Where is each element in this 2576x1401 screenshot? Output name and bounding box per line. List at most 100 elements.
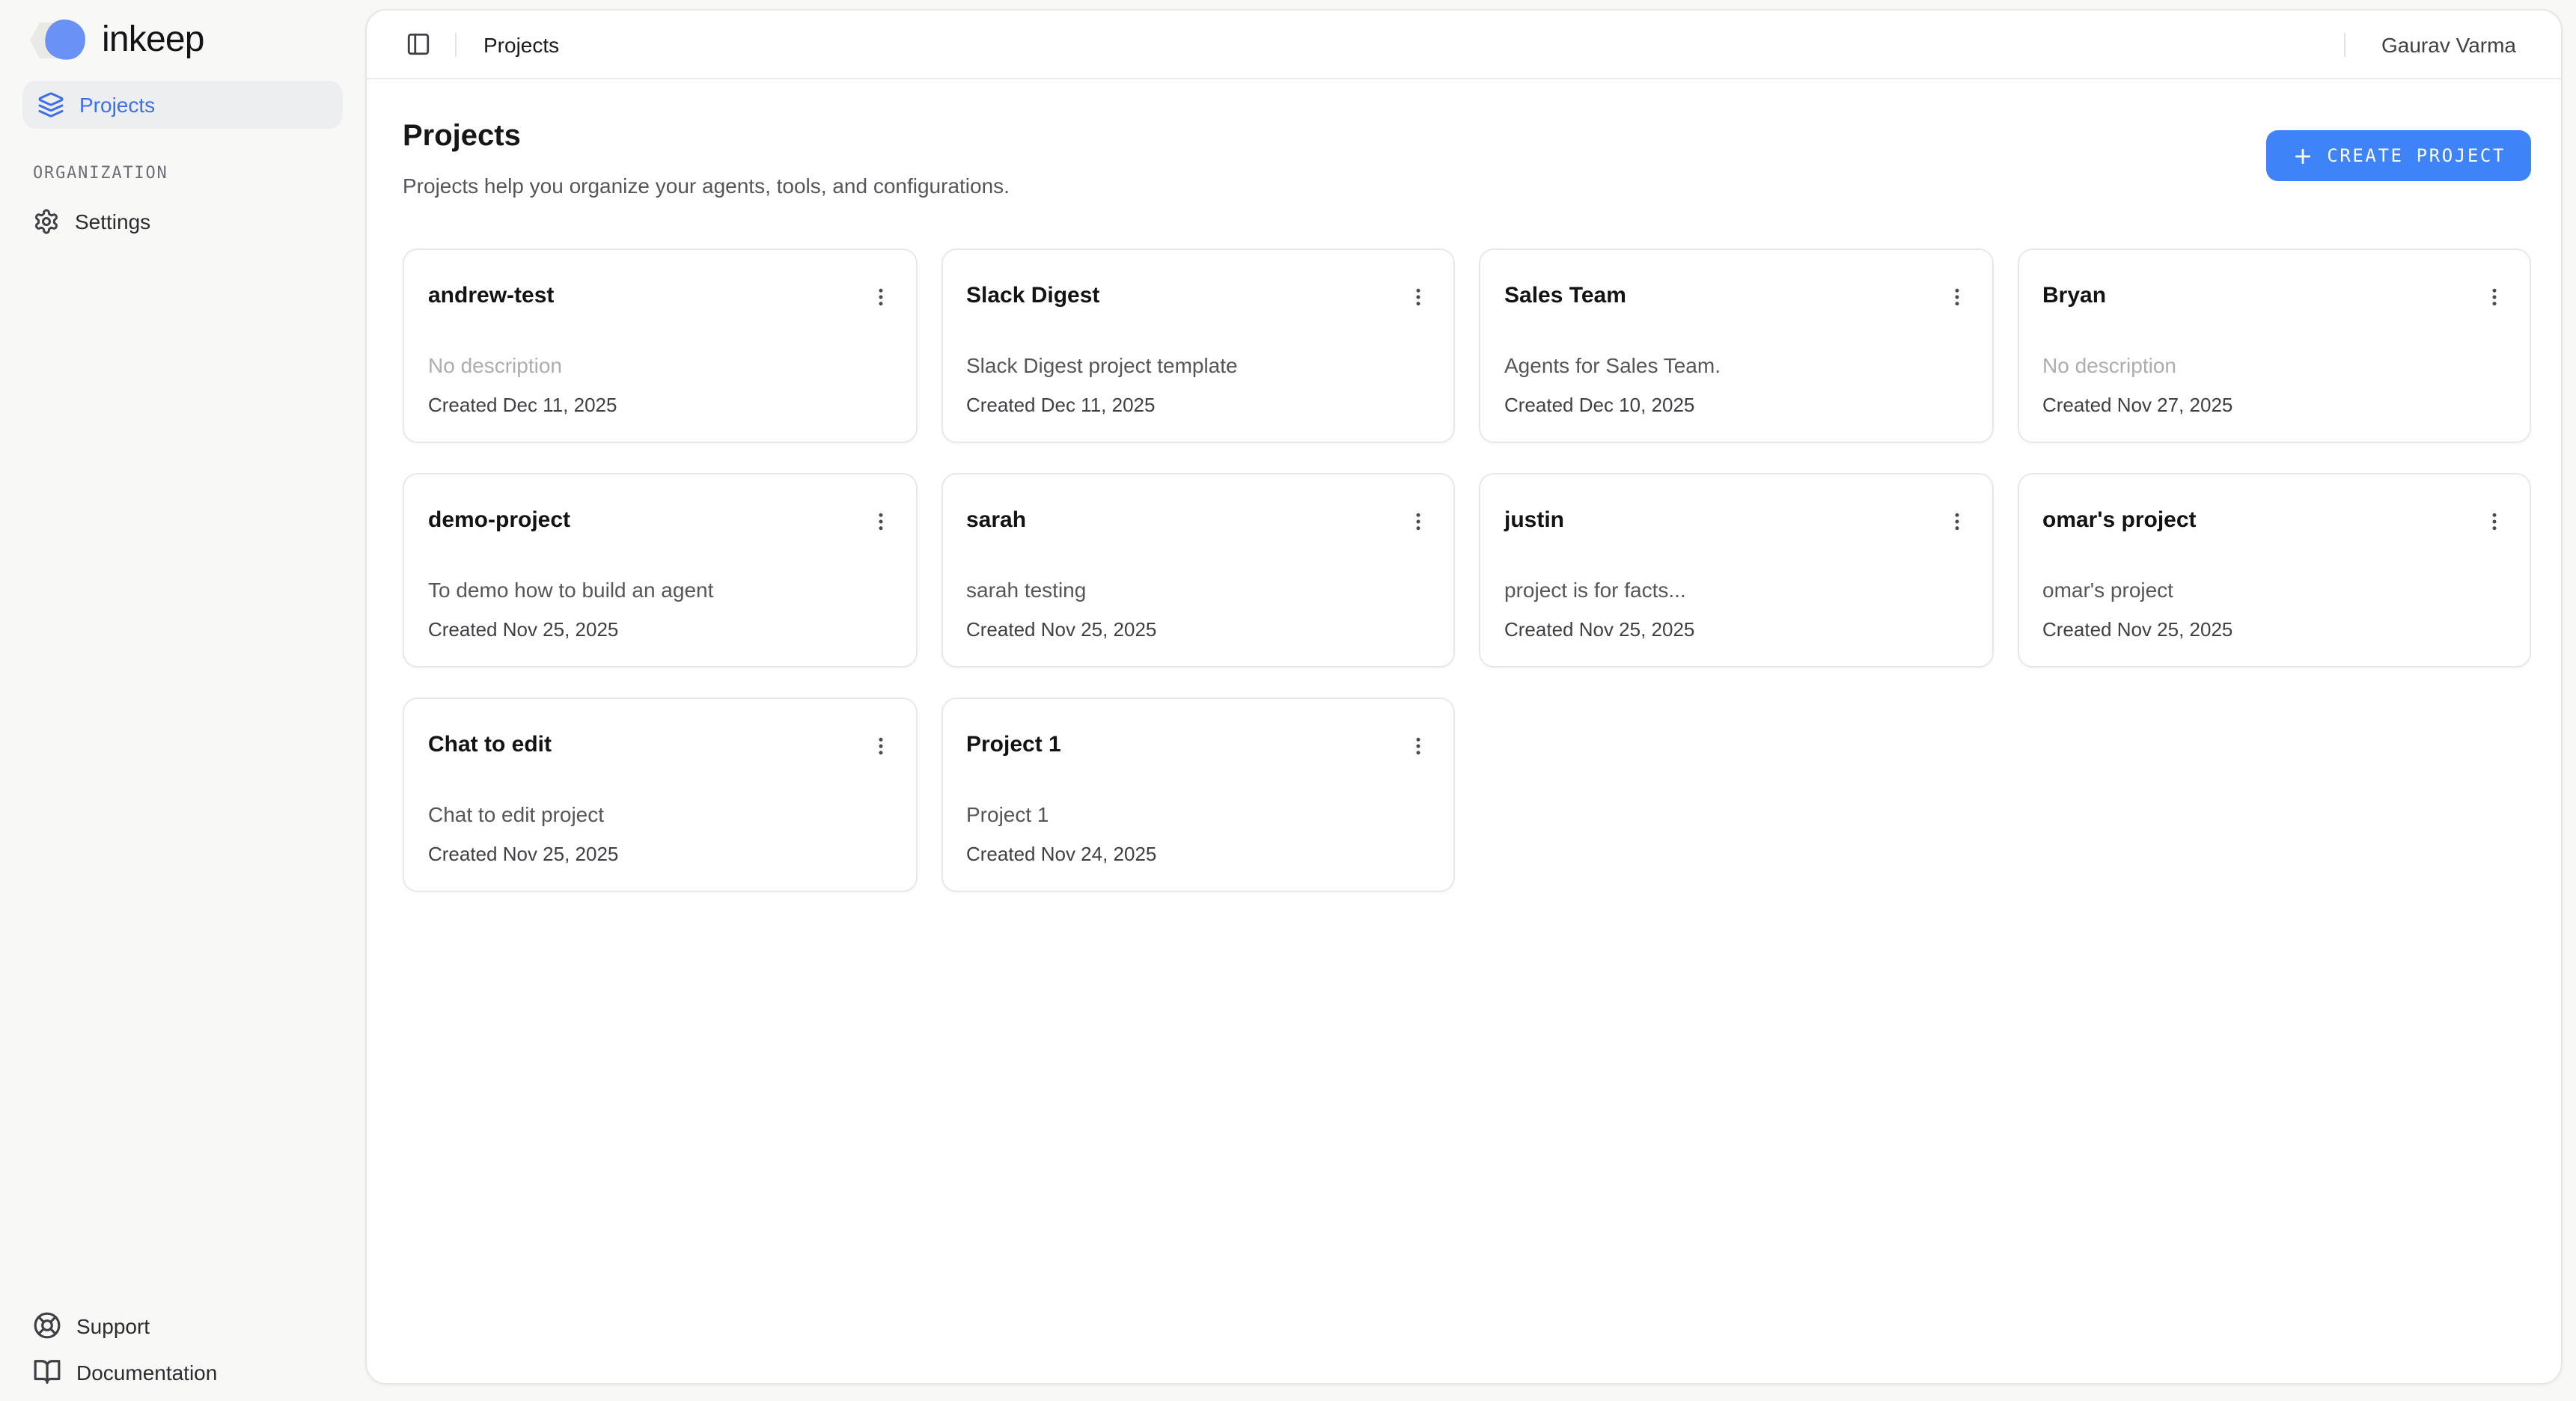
sidebar-section-label: ORGANIZATION [33,163,365,183]
main-panel: Projects Gaurav Varma Projects Projects … [365,9,2563,1385]
sidebar-item-label: Projects [79,93,155,117]
project-created-date: Created Nov 25, 2025 [1504,617,1968,644]
project-menu-button[interactable] [863,507,897,536]
layers-icon [37,91,64,118]
logo[interactable]: inkeep [30,19,365,61]
project-menu-button[interactable] [1401,283,1435,311]
project-created-date: Created Dec 11, 2025 [966,392,1429,419]
sidebar-item-documentation[interactable]: Documentation [33,1358,365,1386]
page-header: Projects Projects help you organize your… [403,115,2531,201]
project-title: Project 1 [966,730,1061,760]
project-title: sarah [966,506,1026,536]
project-card-header: andrew-test [428,281,891,311]
project-title: omar's project [2042,506,2197,536]
project-created-date: Created Nov 25, 2025 [428,841,891,868]
topbar-divider [455,32,457,56]
project-created-date: Created Dec 10, 2025 [1504,392,1968,419]
ellipsis-vertical-icon [1945,510,1968,533]
project-created-date: Created Nov 24, 2025 [966,841,1429,868]
life-buoy-icon [33,1311,61,1340]
sidebar-item-label: Settings [75,210,150,234]
project-menu-button[interactable] [863,732,897,760]
projects-grid: andrew-test No description Created Dec 1… [403,248,2531,892]
project-menu-button[interactable] [1939,283,1974,311]
project-card-header: omar's project [2042,506,2506,536]
project-card[interactable]: andrew-test No description Created Dec 1… [403,248,917,443]
project-menu-button[interactable] [2477,283,2512,311]
panel-left-icon [406,31,431,57]
project-card-header: Slack Digest [966,281,1429,311]
page-header-text: Projects Projects help you organize your… [403,115,1010,201]
sidebar-item-settings[interactable]: Settings [33,208,365,235]
book-open-icon [33,1358,61,1386]
sidebar-item-label: Documentation [76,1360,217,1384]
project-card-header: sarah [966,506,1429,536]
sidebar-item-projects[interactable]: Projects [22,81,343,129]
page-title: Projects [403,115,1010,157]
topbar-user-divider [2344,32,2345,56]
project-created-date: Created Nov 27, 2025 [2042,392,2506,419]
sidebar-item-support[interactable]: Support [33,1311,365,1340]
project-description: Agents for Sales Team. [1504,350,1968,380]
project-menu-button[interactable] [863,283,897,311]
user-menu[interactable]: Gaurav Varma [2381,32,2516,56]
ellipsis-vertical-icon [1945,286,1968,308]
project-description: omar's project [2042,575,2506,605]
sidebar-spacer [0,235,365,1311]
project-card-header: Project 1 [966,730,1429,760]
sidebar-toggle-button[interactable] [406,31,431,57]
sidebar: inkeep Projects ORGANIZATION [0,0,365,1401]
create-project-button-label: CREATE PROJECT [2327,145,2506,166]
topbar: Projects Gaurav Varma [367,10,2561,79]
project-card[interactable]: sarah sarah testing Created Nov 25, 2025 [941,473,1455,668]
gear-icon [33,208,60,235]
ellipsis-vertical-icon [2483,286,2506,308]
ellipsis-vertical-icon [869,735,891,757]
plus-icon [2291,144,2313,167]
project-created-date: Created Nov 25, 2025 [966,617,1429,644]
project-description: To demo how to build an agent [428,575,891,605]
project-card[interactable]: Chat to edit Chat to edit project Create… [403,698,917,892]
logo-wordmark: inkeep [102,19,204,61]
app-root: inkeep Projects ORGANIZATION [0,0,2576,1401]
sidebar-footer: Support Documentation [0,1311,365,1401]
project-card[interactable]: Bryan No description Created Nov 27, 202… [2017,248,2531,443]
project-menu-button[interactable] [2477,507,2512,536]
project-card-header: Sales Team [1504,281,1968,311]
inkeep-logo-icon [30,19,90,61]
project-card[interactable]: omar's project omar's project Created No… [2017,473,2531,668]
ellipsis-vertical-icon [1407,510,1429,533]
project-description: Project 1 [966,799,1429,829]
project-menu-button[interactable] [1939,507,1974,536]
page-subtitle: Projects help you organize your agents, … [403,171,1010,201]
ellipsis-vertical-icon [1407,286,1429,308]
project-title: Bryan [2042,281,2106,311]
project-title: Chat to edit [428,730,552,760]
ellipsis-vertical-icon [2483,510,2506,533]
project-card[interactable]: justin project is for facts... Created N… [1479,473,1993,668]
project-menu-button[interactable] [1401,507,1435,536]
sidebar-nav: Projects [22,81,343,129]
project-title: justin [1504,506,1564,536]
project-created-date: Created Dec 11, 2025 [428,392,891,419]
project-menu-button[interactable] [1401,732,1435,760]
project-card[interactable]: Sales Team Agents for Sales Team. Create… [1479,248,1993,443]
project-card[interactable]: Project 1 Project 1 Created Nov 24, 2025 [941,698,1455,892]
create-project-button[interactable]: CREATE PROJECT [2265,130,2531,181]
project-created-date: Created Nov 25, 2025 [428,617,891,644]
ellipsis-vertical-icon [869,510,891,533]
project-description: project is for facts... [1504,575,1968,605]
breadcrumb[interactable]: Projects [483,32,559,56]
project-title: demo-project [428,506,570,536]
project-description: No description [2042,350,2506,380]
project-card[interactable]: demo-project To demo how to build an age… [403,473,917,668]
project-description: Slack Digest project template [966,350,1429,380]
project-card-header: Bryan [2042,281,2506,311]
project-card[interactable]: Slack Digest Slack Digest project templa… [941,248,1455,443]
ellipsis-vertical-icon [1407,735,1429,757]
page-content: Projects Projects help you organize your… [367,79,2561,892]
project-title: Slack Digest [966,281,1099,311]
project-card-header: justin [1504,506,1968,536]
project-created-date: Created Nov 25, 2025 [2042,617,2506,644]
project-description: No description [428,350,891,380]
